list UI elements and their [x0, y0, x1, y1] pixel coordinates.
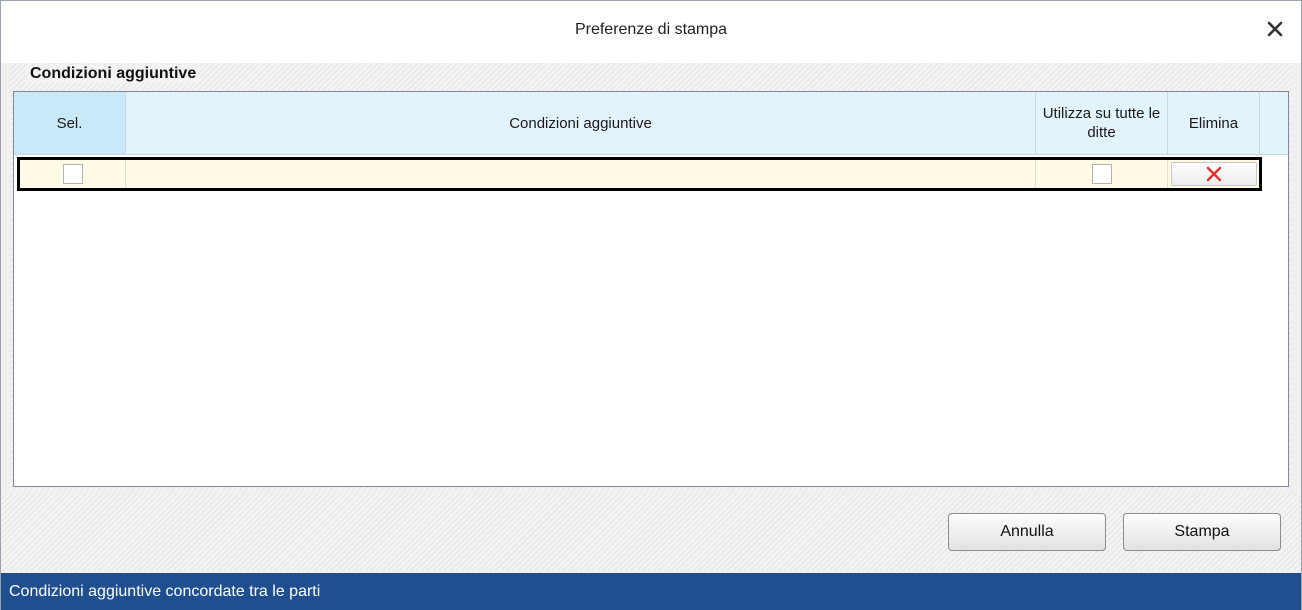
cancel-button[interactable]: Annulla [948, 513, 1106, 551]
title-bar: Preferenze di stampa [1, 1, 1301, 63]
row-elimina-cell [1168, 160, 1259, 188]
dialog-footer: Annulla Stampa [1, 493, 1301, 571]
delete-row-button[interactable] [1170, 162, 1257, 186]
dialog-title: Preferenze di stampa [574, 21, 728, 38]
delete-x-icon [1206, 166, 1221, 182]
column-header-sel[interactable]: Sel. [14, 92, 126, 154]
conditions-grid: Sel. Condizioni aggiuntive Utilizza su t… [13, 91, 1289, 487]
column-header-utilizza[interactable]: Utilizza su tutte le ditte [1036, 92, 1168, 154]
additional-conditions-group: Condizioni aggiuntive Sel. Condizioni ag… [10, 63, 1292, 491]
row-sel-cell [20, 160, 126, 188]
row-utilizza-cell [1036, 160, 1168, 188]
status-bar: Condizioni aggiuntive concordate tra le … [1, 573, 1301, 610]
column-header-filler [1260, 92, 1288, 154]
column-header-utilizza-label: Utilizza su tutte le ditte [1042, 105, 1161, 141]
grid-header: Sel. Condizioni aggiuntive Utilizza su t… [14, 92, 1288, 155]
table-row[interactable] [17, 157, 1262, 191]
row-select-checkbox[interactable] [62, 164, 83, 184]
group-title: Condizioni aggiuntive [26, 65, 201, 83]
column-header-condizioni[interactable]: Condizioni aggiuntive [126, 92, 1036, 154]
row-condition-cell[interactable] [126, 160, 1036, 188]
close-button[interactable] [1261, 15, 1289, 43]
use-all-companies-checkbox[interactable] [1091, 164, 1112, 184]
status-text: Condizioni aggiuntive concordate tra le … [9, 582, 321, 600]
print-button[interactable]: Stampa [1123, 513, 1281, 551]
column-header-elimina[interactable]: Elimina [1168, 92, 1260, 154]
group-header: Condizioni aggiuntive [10, 63, 1292, 87]
close-icon [1267, 21, 1283, 37]
print-preferences-dialog: Preferenze di stampa Condizioni aggiunti… [0, 0, 1302, 610]
